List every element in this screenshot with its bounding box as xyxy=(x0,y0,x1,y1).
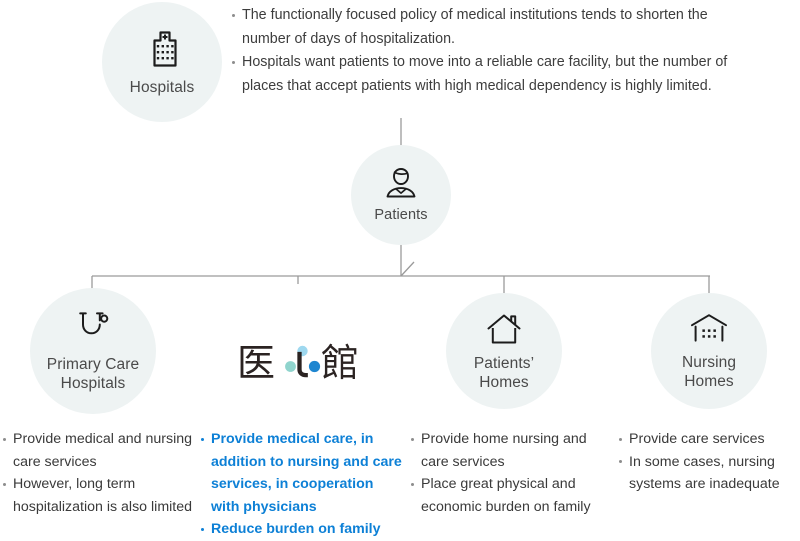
node-patients[interactable]: Patients xyxy=(351,145,451,245)
notes-primary-care-hospitals: Provide medical and nursing care service… xyxy=(2,428,198,518)
stethoscope-icon xyxy=(73,309,113,349)
arrowhead-patients xyxy=(400,261,415,277)
note-item: In some cases, nursing systems are inade… xyxy=(618,451,800,496)
logo-char-kan: 館 xyxy=(321,341,359,385)
node-patients-homes[interactable]: Patients’ Homes xyxy=(446,293,562,409)
note-item: The functionally focused policy of medic… xyxy=(231,4,731,51)
person-icon xyxy=(381,165,421,201)
diagram-canvas: Hospitals The functionally focused polic… xyxy=(0,0,800,541)
node-nursing-homes-label: Nursing Homes xyxy=(681,353,737,390)
hospital-building-icon xyxy=(139,27,185,71)
note-item: However, long term hospitalization is al… xyxy=(2,473,198,518)
note-item: Provide home nursing and care services xyxy=(410,428,610,473)
notes-hospitals: The functionally focused policy of medic… xyxy=(231,4,731,98)
node-patients-homes-label: Patients’ Homes xyxy=(473,354,535,391)
logo-dot-right xyxy=(308,360,321,373)
notes-nursing-homes: Provide care services In some cases, nur… xyxy=(618,428,800,496)
note-item: Provide care services xyxy=(618,428,800,451)
ishinkan-logo: 医 館 xyxy=(235,334,361,386)
note-item: Reduce burden on family xyxy=(200,518,404,541)
node-nursing-homes[interactable]: Nursing Homes xyxy=(651,293,767,409)
note-item: Hospitals want patients to move into a r… xyxy=(231,51,731,98)
node-hospitals-label: Hospitals xyxy=(129,78,195,96)
node-primary-care-hospitals[interactable]: Primary Care Hospitals xyxy=(30,288,156,414)
logo-dot-left xyxy=(285,361,296,372)
logo-char-i: 医 xyxy=(237,341,275,385)
node-hospitals[interactable]: Hospitals xyxy=(102,2,222,122)
note-item: Provide medical and nursing care service… xyxy=(2,428,198,473)
note-item: Place great physical and economic burden… xyxy=(410,473,610,518)
logo-stroke-kokoro xyxy=(297,351,308,378)
node-patients-label: Patients xyxy=(374,207,428,224)
notes-patients-homes: Provide home nursing and care services P… xyxy=(410,428,610,518)
notes-ishinkan: Provide medical care, in addition to nur… xyxy=(200,428,404,541)
node-primary-care-hospitals-label: Primary Care Hospitals xyxy=(46,355,140,392)
node-ishinkan[interactable]: 医 館 xyxy=(222,284,374,436)
note-item: Provide medical care, in addition to nur… xyxy=(200,428,404,518)
nursing-home-building-icon xyxy=(687,311,731,347)
house-icon xyxy=(484,310,524,348)
